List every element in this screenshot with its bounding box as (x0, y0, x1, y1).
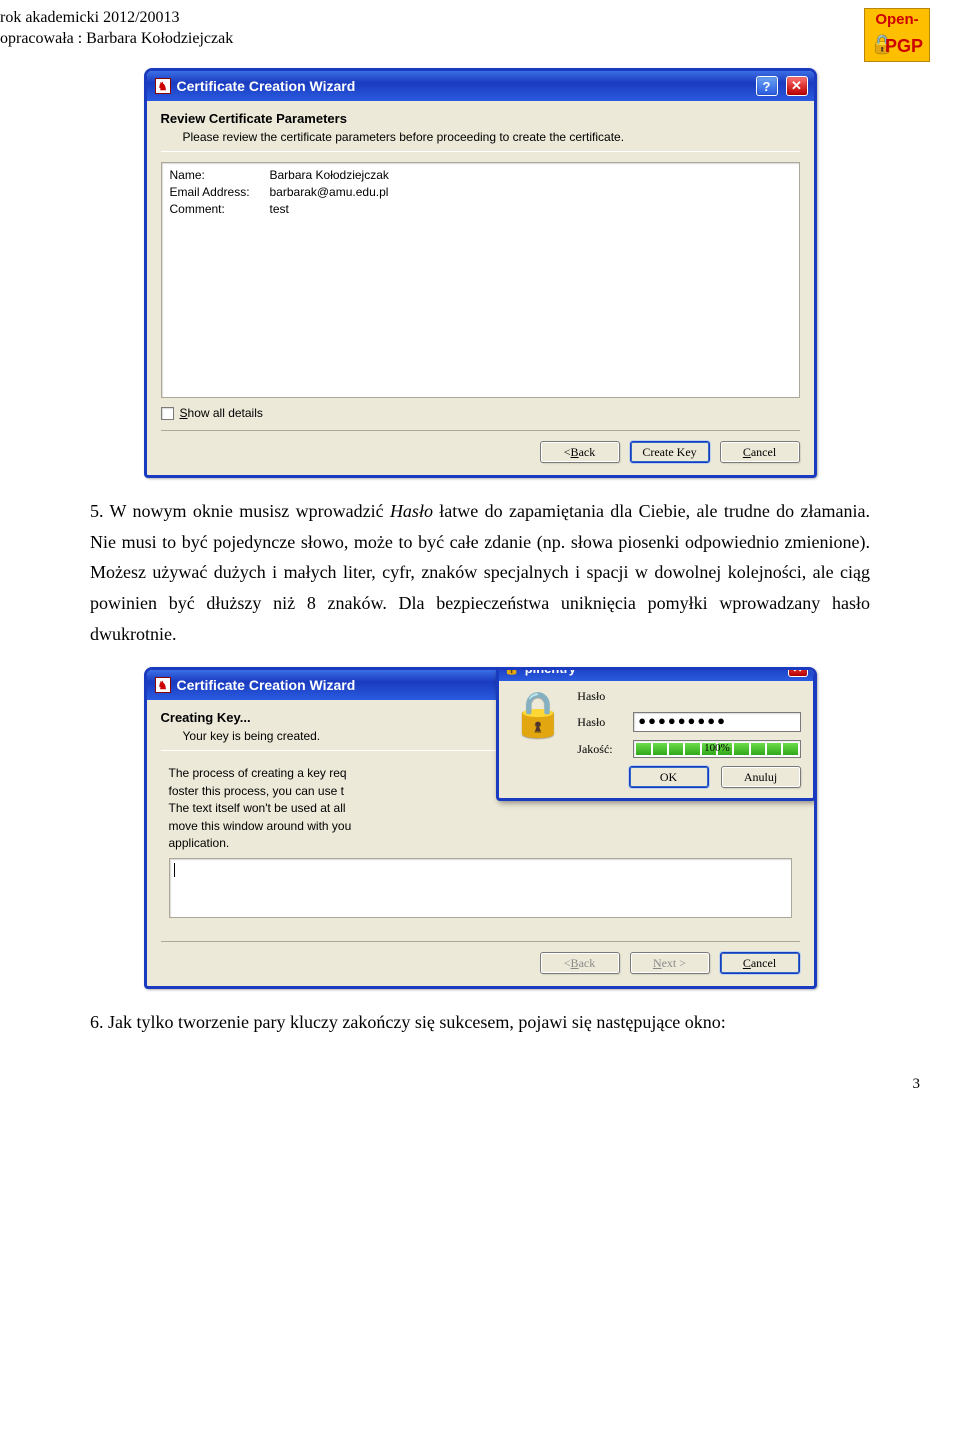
review-value: barbarak@amu.edu.pl (270, 184, 389, 201)
section-title: Review Certificate Parameters (161, 111, 800, 126)
pinentry-titlebar[interactable]: 🔒 pinentry ✕ (499, 667, 813, 681)
para5-italic: Hasło (390, 501, 433, 521)
logo-pgp-text: PGP (885, 36, 923, 57)
instruction-paragraph-6: 6. Jak tylko tworzenie pary kluczy zakoń… (0, 1007, 960, 1038)
review-label: Comment: (170, 201, 266, 218)
cancel-button[interactable]: Anuluj (721, 766, 801, 788)
review-row: Name:Barbara Kołodziejczak (170, 167, 791, 184)
header-line-2: opracowała : Barbara Kołodziejczak (0, 29, 233, 50)
cancel-button[interactable]: Cancel (720, 952, 800, 974)
quality-meter: 100% (633, 740, 800, 758)
certificate-wizard-review-dialog: ♞ Certificate Creation Wizard ? ✕ Review… (144, 68, 817, 478)
password-input[interactable]: ●●●●●●●●● (633, 712, 800, 732)
review-value: Barbara Kołodziejczak (270, 167, 389, 184)
titlebar[interactable]: ♞ Certificate Creation Wizard ? ✕ (147, 71, 814, 101)
review-pane: Name:Barbara Kołodziejczak Email Address… (161, 162, 800, 398)
randomness-input[interactable] (169, 858, 792, 918)
para-number: 6. (90, 1012, 104, 1032)
next-button: Next > (630, 952, 710, 974)
review-row: Email Address:barbarak@amu.edu.pl (170, 184, 791, 201)
show-all-checkbox[interactable] (161, 407, 174, 420)
para-number: 5. (90, 501, 104, 521)
cancel-button[interactable]: Cancel (720, 441, 800, 463)
create-key-button[interactable]: Create Key (630, 441, 710, 463)
section-subtitle: Please review the certificate parameters… (183, 129, 800, 145)
back-button[interactable]: < Back (540, 441, 620, 463)
app-icon: ♞ (155, 677, 171, 693)
review-label: Email Address: (170, 184, 266, 201)
lock-large-icon: 🔒 (511, 689, 566, 758)
app-icon: ♞ (155, 78, 171, 94)
para5-text-a: W nowym oknie musisz wprowadzić (110, 501, 390, 521)
review-label: Name: (170, 167, 266, 184)
password-label: Hasło (577, 715, 625, 730)
close-button[interactable]: ✕ (788, 667, 808, 677)
page-number: 3 (0, 1056, 960, 1093)
page-header: rok akademicki 2012/20013 opracowała : B… (0, 0, 960, 62)
openpgp-logo: Open- 🔒 PGP (864, 8, 930, 62)
review-value: test (270, 201, 289, 218)
window-title: Certificate Creation Wizard (177, 78, 356, 94)
back-button: < Back (540, 952, 620, 974)
quality-value: 100% (634, 742, 799, 754)
header-text: rok akademicki 2012/20013 opracowała : B… (0, 8, 233, 50)
help-button[interactable]: ? (756, 76, 778, 96)
pinentry-title: pinentry (525, 667, 576, 676)
show-all-label: Show all details (180, 406, 263, 420)
window-title: Certificate Creation Wizard (177, 677, 356, 693)
ok-button[interactable]: OK (629, 766, 709, 788)
para6-text: Jak tylko tworzenie pary kluczy zakończy… (108, 1012, 726, 1032)
pinentry-dialog: 🔒 pinentry ✕ 🔒 Hasło Hasło ●●●●●●●●● (496, 667, 816, 801)
instruction-paragraph-5: 5. W nowym oknie musisz wprowadzić Hasło… (0, 496, 960, 649)
logo-open-text: Open- (875, 11, 918, 28)
show-all-details-row[interactable]: Show all details (161, 406, 800, 420)
close-button[interactable]: ✕ (786, 76, 808, 96)
certificate-wizard-creating-dialog: ♞ Certificate Creation Wizard ? ✕ Creati… (144, 667, 817, 989)
para5-text-b: łatwe do zapamiętania dla Ciebie, ale tr… (90, 501, 870, 643)
lock-icon: 🔒 (504, 667, 520, 676)
quality-label: Jakość: (577, 742, 625, 757)
header-line-1: rok akademicki 2012/20013 (0, 8, 233, 29)
review-row: Comment:test (170, 201, 791, 218)
pinentry-heading: Hasło (577, 689, 800, 704)
